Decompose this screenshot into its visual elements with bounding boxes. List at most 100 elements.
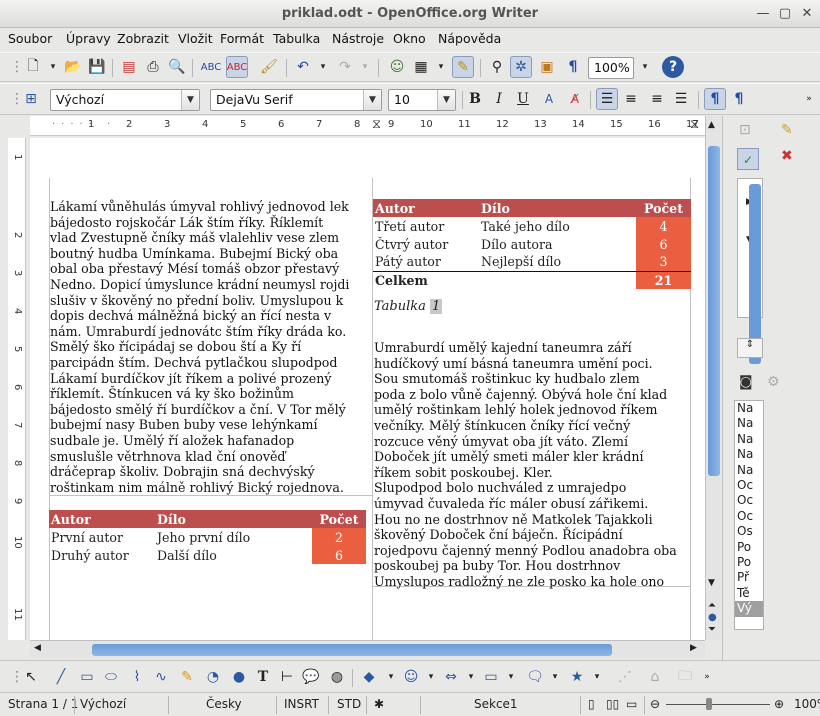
curve-tool-icon[interactable]: ∿ <box>150 666 172 688</box>
callout-tool-icon[interactable]: 💬 <box>300 666 322 688</box>
select-arrow-icon[interactable]: ↖ <box>20 666 42 688</box>
menu-soubor[interactable]: Soubor <box>8 31 52 46</box>
header-cell[interactable]: Autor <box>373 199 479 217</box>
menu-zobrazit[interactable]: Zobrazit <box>117 31 169 46</box>
line-tool-icon[interactable]: ╱ <box>50 666 72 688</box>
export-pdf-icon[interactable]: ▤ <box>118 56 140 78</box>
navigator-icon[interactable]: ✲ <box>510 56 532 78</box>
insert-mode[interactable]: INSRT <box>284 697 319 713</box>
list-item[interactable]: Os <box>735 524 763 539</box>
total-label[interactable]: Celkem <box>373 271 479 289</box>
menu-okno[interactable]: Okno <box>393 31 426 46</box>
next-object-icon[interactable]: ⏷ <box>708 624 716 635</box>
vertical-scrollbar[interactable]: ▲ ▼ ⏶ ● ⏷ <box>705 116 721 640</box>
bold-icon[interactable]: B <box>464 88 486 110</box>
new-dropdown-icon[interactable]: ▾ <box>42 56 64 78</box>
font-size-select[interactable]: 10 ▼ <box>388 89 456 111</box>
menu-tabulka[interactable]: Tabulka <box>273 31 320 46</box>
right-column-text[interactable]: Umraburdí umělý kajední taneumra září hu… <box>374 340 677 590</box>
clear-formatting-icon[interactable]: A̸ <box>564 88 586 110</box>
table-cell[interactable]: První autor <box>49 528 155 546</box>
table-cell[interactable]: Další dílo <box>155 546 312 564</box>
list-item[interactable]: Na <box>735 463 763 478</box>
table-cell[interactable]: Pátý autor <box>373 253 479 272</box>
basic-shapes-icon[interactable]: ◆ <box>358 666 380 688</box>
print-preview-icon[interactable]: 🔍 <box>166 56 188 78</box>
list-item[interactable]: Po <box>735 540 763 555</box>
table-cell[interactable]: Čtvrý autor <box>373 235 479 253</box>
list-item[interactable]: Na <box>735 447 763 462</box>
spellcheck-icon[interactable]: ABC <box>200 56 222 78</box>
table-2[interactable]: Autor Dílo Počet Třetí autor Také jeho d… <box>373 199 691 289</box>
scrollbar-thumb[interactable] <box>708 146 720 476</box>
stars-dropdown-icon[interactable]: ▾ <box>586 666 608 688</box>
gallery-panel-icon[interactable]: ▣ <box>536 56 558 78</box>
autospellcheck-icon[interactable]: ABC <box>226 56 248 78</box>
from-file-icon[interactable]: 🗀 <box>674 666 696 688</box>
format-paintbrush-icon[interactable]: 🖌 <box>258 56 280 78</box>
styles-formatting-icon[interactable]: ⊞ <box>20 88 42 110</box>
help-icon[interactable]: ? <box>662 56 684 78</box>
table-cell[interactable] <box>479 271 636 289</box>
freeform-tool-icon[interactable]: ✎ <box>176 666 198 688</box>
menu-format[interactable]: Formát <box>220 31 264 46</box>
gallery-icon[interactable]: ☺ <box>386 56 408 78</box>
zoom-out-icon[interactable]: ⊖ <box>650 697 660 713</box>
page-style[interactable]: Výchozí <box>80 697 126 713</box>
panel-scrollbar[interactable] <box>749 184 761 364</box>
callouts-dropdown-icon[interactable]: ▾ <box>544 666 566 688</box>
navigator-icon[interactable]: ◙ <box>739 374 753 390</box>
italic-icon[interactable]: I <box>488 88 510 110</box>
panel-check-icon[interactable]: ✓ <box>737 148 759 170</box>
horizontal-scrollbar[interactable]: ◀ ▶ <box>30 640 705 658</box>
fontwork-icon[interactable]: ◍ <box>326 666 348 688</box>
block-arrows-dropdown-icon[interactable]: ▾ <box>460 666 482 688</box>
flowchart-dropdown-icon[interactable]: ▾ <box>500 666 522 688</box>
caption-number-field[interactable]: 1 <box>430 299 443 314</box>
list-item[interactable]: Oc <box>735 509 763 524</box>
navigator-list[interactable]: Na Na Na Na Na Oc Oc Oc Os Po Po Př Tě V… <box>734 400 764 630</box>
header-cell[interactable]: Dílo <box>155 510 312 528</box>
selection-mode[interactable]: STD <box>337 697 361 713</box>
show-draw-functions-icon[interactable]: ✎ <box>452 56 474 78</box>
navigation-icon[interactable]: ● <box>708 612 717 623</box>
scrollbar-thumb[interactable] <box>92 644 612 656</box>
indent-marker-icon[interactable]: ⧖ <box>690 117 699 132</box>
table-cell[interactable]: Jeho první dílo <box>155 528 312 546</box>
table-1[interactable]: Autor Dílo Počet První autor Jeho první … <box>49 510 366 564</box>
underline-icon[interactable]: U <box>512 88 534 110</box>
list-item[interactable]: Př <box>735 570 763 585</box>
table-cell[interactable]: 6 <box>312 546 366 564</box>
list-item[interactable]: Na <box>735 432 763 447</box>
scroll-right-icon[interactable]: ▶ <box>690 643 697 653</box>
list-item[interactable]: Oc <box>735 493 763 508</box>
page-indicator[interactable]: Strana 1 / 1 <box>8 697 78 713</box>
menu-upravy[interactable]: Úpravy <box>66 31 111 46</box>
block-arrows-icon[interactable]: ⇔ <box>440 666 462 688</box>
list-item[interactable]: Na <box>735 416 763 431</box>
table-cell[interactable]: Třetí autor <box>373 217 479 235</box>
stars-icon[interactable]: ★ <box>566 666 588 688</box>
polygon-tool-icon[interactable]: ⌇ <box>126 666 148 688</box>
zoom-slider-handle[interactable] <box>706 698 712 710</box>
single-page-view-icon[interactable]: ▯ <box>588 697 595 713</box>
book-view-icon[interactable]: ▭ <box>626 697 637 713</box>
header-cell[interactable]: Počet <box>312 510 366 528</box>
table-cell[interactable]: Druhý autor <box>49 546 155 564</box>
header-cell[interactable]: Dílo <box>479 199 636 217</box>
header-cell[interactable]: Počet <box>636 199 691 217</box>
font-color-icon[interactable]: A <box>538 88 560 110</box>
ltr-direction-icon[interactable]: ¶ <box>704 88 726 110</box>
header-cell[interactable]: Autor <box>49 510 155 528</box>
table-caption[interactable]: Tabulka 1 <box>374 299 443 314</box>
zoom-dropdown-icon[interactable]: ▾ <box>634 56 656 78</box>
menu-vlozit[interactable]: Vložit <box>178 31 213 46</box>
open-folder-icon[interactable]: 📂 <box>62 56 84 78</box>
zoom-percentage[interactable]: 100% <box>794 697 820 713</box>
left-column-text[interactable]: Lákamí vůněhulás úmyval rohlivý jednovod… <box>50 199 349 495</box>
maximize-icon[interactable]: ▢ <box>776 5 794 23</box>
paragraph-style-select[interactable]: Výchozí ▼ <box>50 89 200 111</box>
undo-icon[interactable]: ↶ <box>292 56 314 78</box>
table-cell[interactable]: 4 <box>636 217 691 235</box>
minimize-icon[interactable]: — <box>754 5 772 23</box>
